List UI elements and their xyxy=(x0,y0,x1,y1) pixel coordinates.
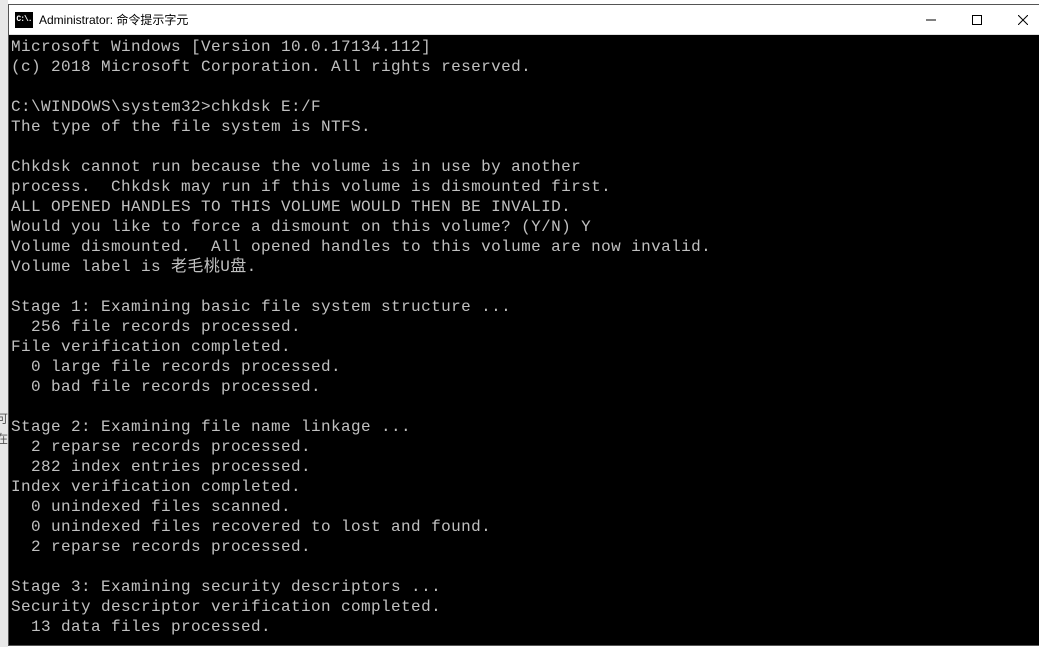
minimize-button[interactable] xyxy=(908,5,954,34)
command-prompt-window: C:\. Administrator: 命令提示字元 Microsoft Win… xyxy=(8,4,1039,646)
window-title: Administrator: 命令提示字元 xyxy=(39,11,188,28)
maximize-icon xyxy=(972,15,982,25)
app-icon: C:\. xyxy=(15,12,33,28)
titlebar[interactable]: C:\. Administrator: 命令提示字元 xyxy=(9,5,1039,35)
terminal-output[interactable]: Microsoft Windows [Version 10.0.17134.11… xyxy=(9,35,1039,645)
close-button[interactable] xyxy=(1000,5,1039,34)
maximize-button[interactable] xyxy=(954,5,1000,34)
background-window-edge: 可 在 xyxy=(0,0,8,647)
minimize-icon xyxy=(926,15,936,25)
close-icon xyxy=(1018,15,1028,25)
